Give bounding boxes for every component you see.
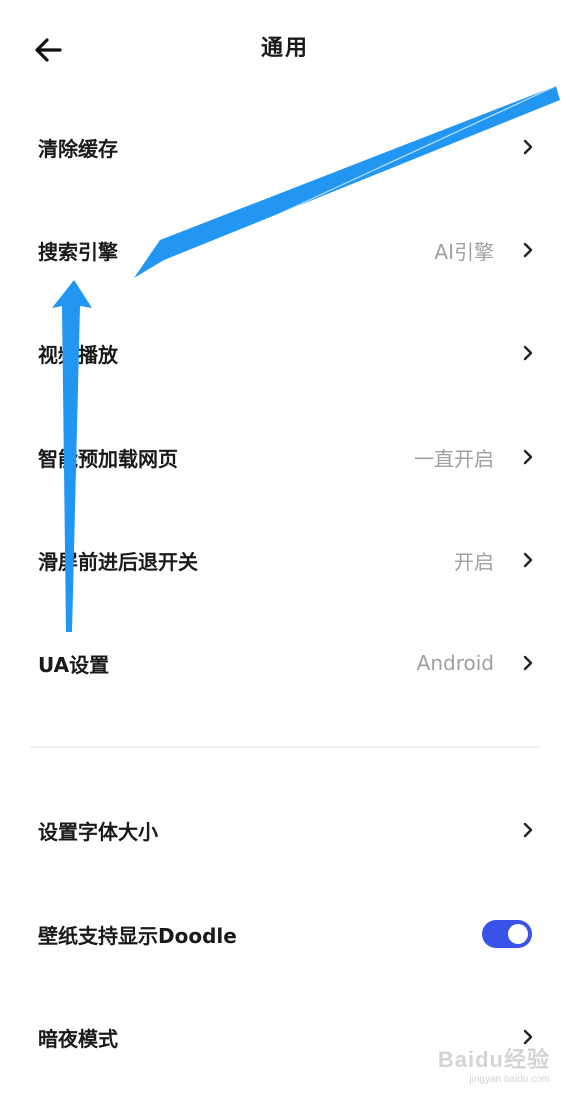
chevron-right-icon [523, 655, 533, 671]
setting-label: 清除缓存 [38, 136, 118, 161]
setting-value: 开启 [454, 549, 494, 574]
setting-video-playback[interactable]: 视频播放 [0, 303, 570, 403]
setting-label: 智能预加载网页 [38, 446, 178, 471]
section-divider [30, 746, 540, 748]
setting-label: 壁纸支持显示Doodle [38, 923, 237, 948]
setting-smart-preload[interactable]: 智能预加载网页 一直开启 [0, 407, 570, 507]
setting-swipe-navigation[interactable]: 滑屏前进后退开关 开启 [0, 510, 570, 610]
chevron-right-icon [523, 822, 533, 838]
watermark-url: jingyan.baidu.com [469, 1074, 550, 1085]
setting-label: 设置字体大小 [38, 819, 158, 844]
chevron-right-icon [523, 345, 533, 361]
setting-value: Android [416, 651, 494, 675]
chevron-right-icon [523, 139, 533, 155]
toggle-knob [508, 924, 528, 944]
watermark: Baidu经验 jingyan.baidu.com [438, 1042, 550, 1085]
doodle-toggle[interactable] [482, 920, 532, 948]
setting-font-size[interactable]: 设置字体大小 [0, 780, 570, 880]
chevron-right-icon [523, 449, 533, 465]
setting-value: 一直开启 [414, 446, 494, 471]
header-bar: 通用 [0, 0, 570, 100]
chevron-right-icon [523, 242, 533, 258]
setting-label: UA设置 [38, 652, 110, 677]
setting-search-engine[interactable]: 搜索引擎 AI引擎 [0, 200, 570, 300]
setting-label: 滑屏前进后退开关 [38, 549, 198, 574]
setting-doodle-wallpaper: 壁纸支持显示Doodle [0, 884, 570, 984]
page-title: 通用 [260, 36, 309, 61]
setting-value: AI引擎 [434, 239, 494, 264]
setting-clear-cache[interactable]: 清除缓存 [0, 97, 570, 197]
setting-label: 暗夜模式 [38, 1026, 118, 1051]
setting-label: 搜索引擎 [38, 239, 118, 264]
setting-ua[interactable]: UA设置 Android [0, 613, 570, 713]
chevron-right-icon [523, 552, 533, 568]
setting-label: 视频播放 [38, 342, 118, 367]
watermark-logo: Baidu经验 [437, 1047, 550, 1072]
